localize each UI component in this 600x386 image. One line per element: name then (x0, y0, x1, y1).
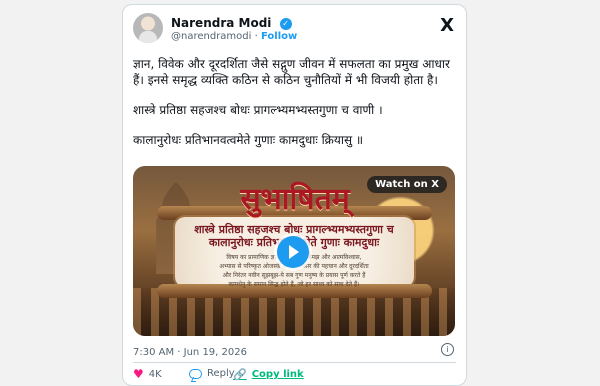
tweet-header: Narendra Modi ✓ @narendramodi · Follow X (133, 13, 456, 47)
likes-count: 4K (148, 368, 162, 380)
author-row[interactable]: Narendra Modi ✓ (171, 16, 292, 30)
video-thumbnail[interactable]: सुभाषितम् शास्त्रे प्रतिष्ठा सहजश्च बोधः… (133, 166, 455, 336)
reply-action[interactable]: Reply (189, 368, 235, 379)
reply-icon (189, 368, 202, 379)
reply-label: Reply (207, 368, 235, 379)
author-handle[interactable]: @narendramodi (171, 31, 251, 42)
tweet-card: Narendra Modi ✓ @narendramodi · Follow X… (122, 4, 467, 386)
like-action[interactable]: ♥ 4K (133, 368, 162, 380)
copy-link-button[interactable]: 🔗 Copy link (233, 368, 304, 381)
follow-button[interactable]: Follow (261, 31, 297, 42)
handle-row: @narendramodi · Follow (171, 31, 297, 42)
tweet-paragraph-3: कालानुरोधः प्रतिभानवत्वमेते गुणाः कामदुध… (133, 133, 364, 147)
media-explanation-line-4: कामधेनु के समान सिद्ध होते हैं, जो हर सा… (228, 281, 360, 288)
divider (133, 362, 456, 363)
heart-icon: ♥ (133, 367, 144, 381)
media-explanation-line-3: और निरंतर नवीन सूझबूझ-ये सब गुण मनुष्य क… (222, 272, 366, 279)
author-name[interactable]: Narendra Modi (171, 16, 271, 30)
link-icon: 🔗 (233, 368, 247, 381)
handle-separator: · (254, 31, 258, 42)
info-icon[interactable]: i (441, 343, 454, 356)
x-logo-icon[interactable]: X (440, 15, 454, 36)
tweet-text: ज्ञान, विवेक और दूरदर्शिता जैसे सद्गुण ज… (133, 56, 456, 148)
play-icon[interactable] (277, 236, 309, 268)
copy-link-label: Copy link (251, 369, 304, 380)
verified-badge-icon: ✓ (279, 17, 292, 30)
tweet-paragraph-2: शास्त्रे प्रतिष्ठा सहजश्च बोधः प्रागल्भ्… (133, 103, 383, 117)
tweet-timestamp[interactable]: 7:30 AM · Jun 19, 2026 (133, 347, 247, 358)
watch-on-x-button[interactable]: Watch on X (367, 176, 447, 193)
media-title: सुभाषितम् (240, 182, 350, 217)
tweet-paragraph-1: ज्ञान, विवेक और दूरदर्शिता जैसे सद्गुण ज… (133, 57, 450, 87)
avatar[interactable] (133, 13, 163, 43)
